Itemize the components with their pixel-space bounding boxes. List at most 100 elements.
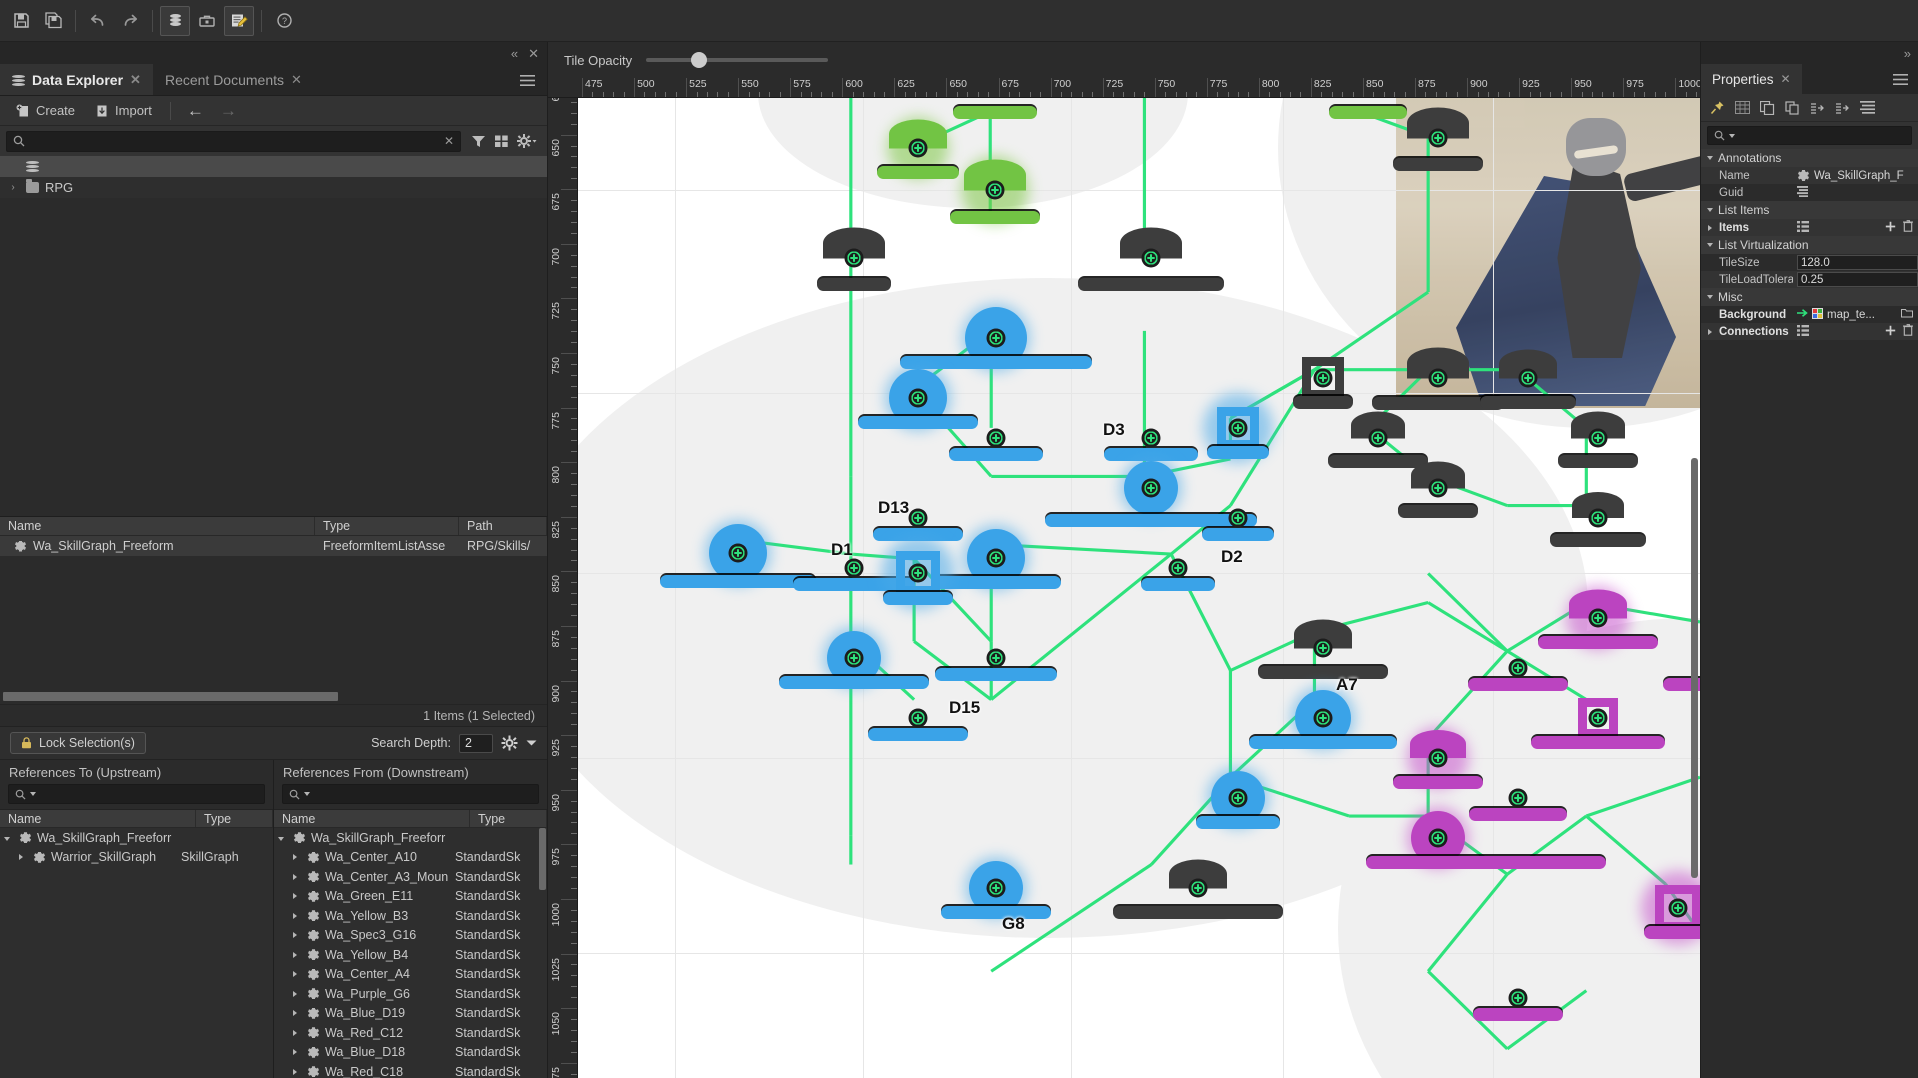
property-category-list-virtualization[interactable]: List Virtualization bbox=[1701, 236, 1918, 254]
help-icon[interactable]: ? bbox=[269, 6, 299, 36]
reference-row[interactable]: Wa_Blue_D18StandardSk bbox=[274, 1043, 547, 1063]
add-item-icon[interactable] bbox=[1885, 221, 1896, 235]
copy-add-icon[interactable] bbox=[1756, 97, 1779, 119]
create-button[interactable]: Create bbox=[8, 100, 83, 121]
node-plus-button[interactable] bbox=[1509, 659, 1528, 678]
node-plus-button[interactable] bbox=[1589, 509, 1608, 528]
reference-row[interactable]: Wa_Green_E11StandardSk bbox=[274, 887, 547, 907]
node-plus-button[interactable] bbox=[1229, 789, 1248, 808]
undo-icon[interactable] bbox=[83, 6, 113, 36]
node-plus-button[interactable] bbox=[1429, 369, 1448, 388]
list-icon[interactable] bbox=[1797, 325, 1809, 339]
gear-dropdown-icon[interactable] bbox=[526, 739, 537, 747]
node-plus-button[interactable] bbox=[1589, 709, 1608, 728]
pin-icon[interactable] bbox=[1706, 97, 1729, 119]
reference-row[interactable]: Wa_Red_C12StandardSk bbox=[274, 1023, 547, 1043]
node-plus-button[interactable] bbox=[987, 879, 1006, 898]
filter-icon[interactable] bbox=[471, 134, 486, 148]
property-category-list-items[interactable]: List Items bbox=[1701, 201, 1918, 219]
canvas-vscrollbar[interactable] bbox=[1691, 458, 1698, 878]
node-plus-button[interactable] bbox=[1669, 899, 1688, 918]
properties-menu-icon[interactable] bbox=[1883, 64, 1918, 94]
node-plus-button[interactable] bbox=[845, 249, 864, 268]
node-plus-button[interactable] bbox=[1189, 879, 1208, 898]
chevron-down-icon[interactable] bbox=[1707, 208, 1713, 212]
search-mode-caret-icon[interactable] bbox=[1729, 134, 1735, 138]
add-item-icon[interactable] bbox=[1885, 325, 1896, 339]
expander-collapsed-icon[interactable] bbox=[288, 1067, 302, 1077]
property-value[interactable]: map_te... bbox=[1793, 306, 1918, 323]
tree-row-root[interactable] bbox=[0, 156, 547, 177]
node-plus-button[interactable] bbox=[1429, 479, 1448, 498]
import-prop-icon[interactable] bbox=[1806, 97, 1829, 119]
expander-collapsed-icon[interactable] bbox=[288, 891, 302, 901]
graph-viewport[interactable]: D3 D13 D1 D15 D2 A7 G8 G13 bbox=[578, 98, 1700, 1078]
search-mode-caret-icon[interactable] bbox=[304, 792, 310, 796]
property-value[interactable] bbox=[1793, 184, 1918, 201]
property-value[interactable]: Wa_SkillGraph_F bbox=[1793, 167, 1918, 184]
reference-row[interactable]: Wa_Spec3_G16StandardSk bbox=[274, 926, 547, 946]
col-name[interactable]: Name bbox=[0, 517, 315, 535]
goto-asset-icon[interactable] bbox=[1797, 308, 1808, 321]
node-plus-button[interactable] bbox=[1589, 429, 1608, 448]
node-plus-button[interactable] bbox=[909, 709, 928, 728]
expander-collapsed-icon[interactable] bbox=[288, 1047, 302, 1057]
tab-recent-documents[interactable]: Recent Documents ✕ bbox=[153, 64, 314, 96]
property-row[interactable]: TileSize128.0 bbox=[1701, 254, 1918, 271]
node-plus-button[interactable] bbox=[1314, 709, 1333, 728]
asset-grid-row[interactable]: Wa_SkillGraph_Freeform FreeformItemListA… bbox=[0, 536, 547, 556]
list-view-icon[interactable] bbox=[1856, 97, 1879, 119]
property-row[interactable]: Guid bbox=[1701, 184, 1918, 201]
collapse-left-icon[interactable]: « bbox=[511, 47, 518, 60]
browse-folder-icon[interactable] bbox=[1901, 308, 1913, 321]
node-plus-button[interactable] bbox=[909, 389, 928, 408]
freeform-editor-icon[interactable] bbox=[224, 6, 254, 36]
property-value[interactable]: 0.25 bbox=[1793, 271, 1918, 288]
property-value[interactable] bbox=[1793, 323, 1918, 340]
property-value-input[interactable]: 128.0 bbox=[1797, 255, 1918, 270]
upstream-col-type[interactable]: Type bbox=[196, 810, 273, 827]
data-explorer-icon[interactable] bbox=[160, 6, 190, 36]
nav-back-icon[interactable]: ← bbox=[181, 102, 210, 119]
nav-forward-icon[interactable]: → bbox=[214, 102, 243, 119]
node-plus-button[interactable] bbox=[1509, 789, 1528, 808]
node-plus-button[interactable] bbox=[1429, 129, 1448, 148]
node-plus-button[interactable] bbox=[987, 649, 1006, 668]
reference-row[interactable]: Wa_SkillGraph_Freeforr bbox=[274, 828, 547, 848]
downstream-vscrollbar[interactable] bbox=[539, 828, 546, 890]
downstream-col-name[interactable]: Name bbox=[274, 810, 470, 827]
chevron-right-icon[interactable] bbox=[1708, 225, 1712, 231]
node-plus-button[interactable] bbox=[845, 649, 864, 668]
downstream-search-box[interactable] bbox=[282, 784, 539, 804]
col-type[interactable]: Type bbox=[315, 517, 459, 535]
grid-icon[interactable] bbox=[1731, 97, 1754, 119]
reference-row[interactable]: Wa_Red_C18StandardSk bbox=[274, 1062, 547, 1078]
grid-view-icon[interactable] bbox=[494, 134, 509, 148]
settings-dropdown-icon[interactable] bbox=[517, 134, 537, 148]
delete-item-icon[interactable] bbox=[1903, 324, 1913, 339]
list-icon[interactable] bbox=[1797, 221, 1809, 235]
clear-search-icon[interactable]: ✕ bbox=[444, 134, 454, 148]
node-plus-button[interactable] bbox=[845, 559, 864, 578]
node-plus-button[interactable] bbox=[1142, 429, 1161, 448]
node-plus-button[interactable] bbox=[987, 549, 1006, 568]
chevron-down-icon[interactable] bbox=[1707, 295, 1713, 299]
node-plus-button[interactable] bbox=[909, 509, 928, 528]
toolbox-icon[interactable] bbox=[192, 6, 222, 36]
property-row[interactable]: Connections bbox=[1701, 323, 1918, 340]
node-plus-button[interactable] bbox=[1369, 429, 1388, 448]
reference-row[interactable]: Wa_Purple_G6StandardSk bbox=[274, 984, 547, 1004]
property-row[interactable]: Items bbox=[1701, 219, 1918, 236]
horizontal-ruler[interactable]: 4755005255505756006256506757007257507758… bbox=[548, 78, 1700, 98]
property-category-annotations[interactable]: Annotations bbox=[1701, 149, 1918, 167]
upstream-col-name[interactable]: Name bbox=[0, 810, 196, 827]
tab-data-explorer[interactable]: Data Explorer ✕ bbox=[0, 64, 153, 96]
node-plus-button[interactable] bbox=[909, 564, 928, 583]
property-row[interactable]: NameWa_SkillGraph_F bbox=[1701, 167, 1918, 184]
add-prop-icon[interactable] bbox=[1831, 97, 1854, 119]
tree-expander-rpg[interactable]: › bbox=[6, 182, 20, 193]
node-plus-button[interactable] bbox=[1142, 479, 1161, 498]
tab-properties-close-icon[interactable]: ✕ bbox=[1781, 72, 1791, 86]
import-button[interactable]: Import bbox=[87, 100, 160, 121]
reference-row[interactable]: Warrior_SkillGraphSkillGraph bbox=[0, 848, 273, 868]
